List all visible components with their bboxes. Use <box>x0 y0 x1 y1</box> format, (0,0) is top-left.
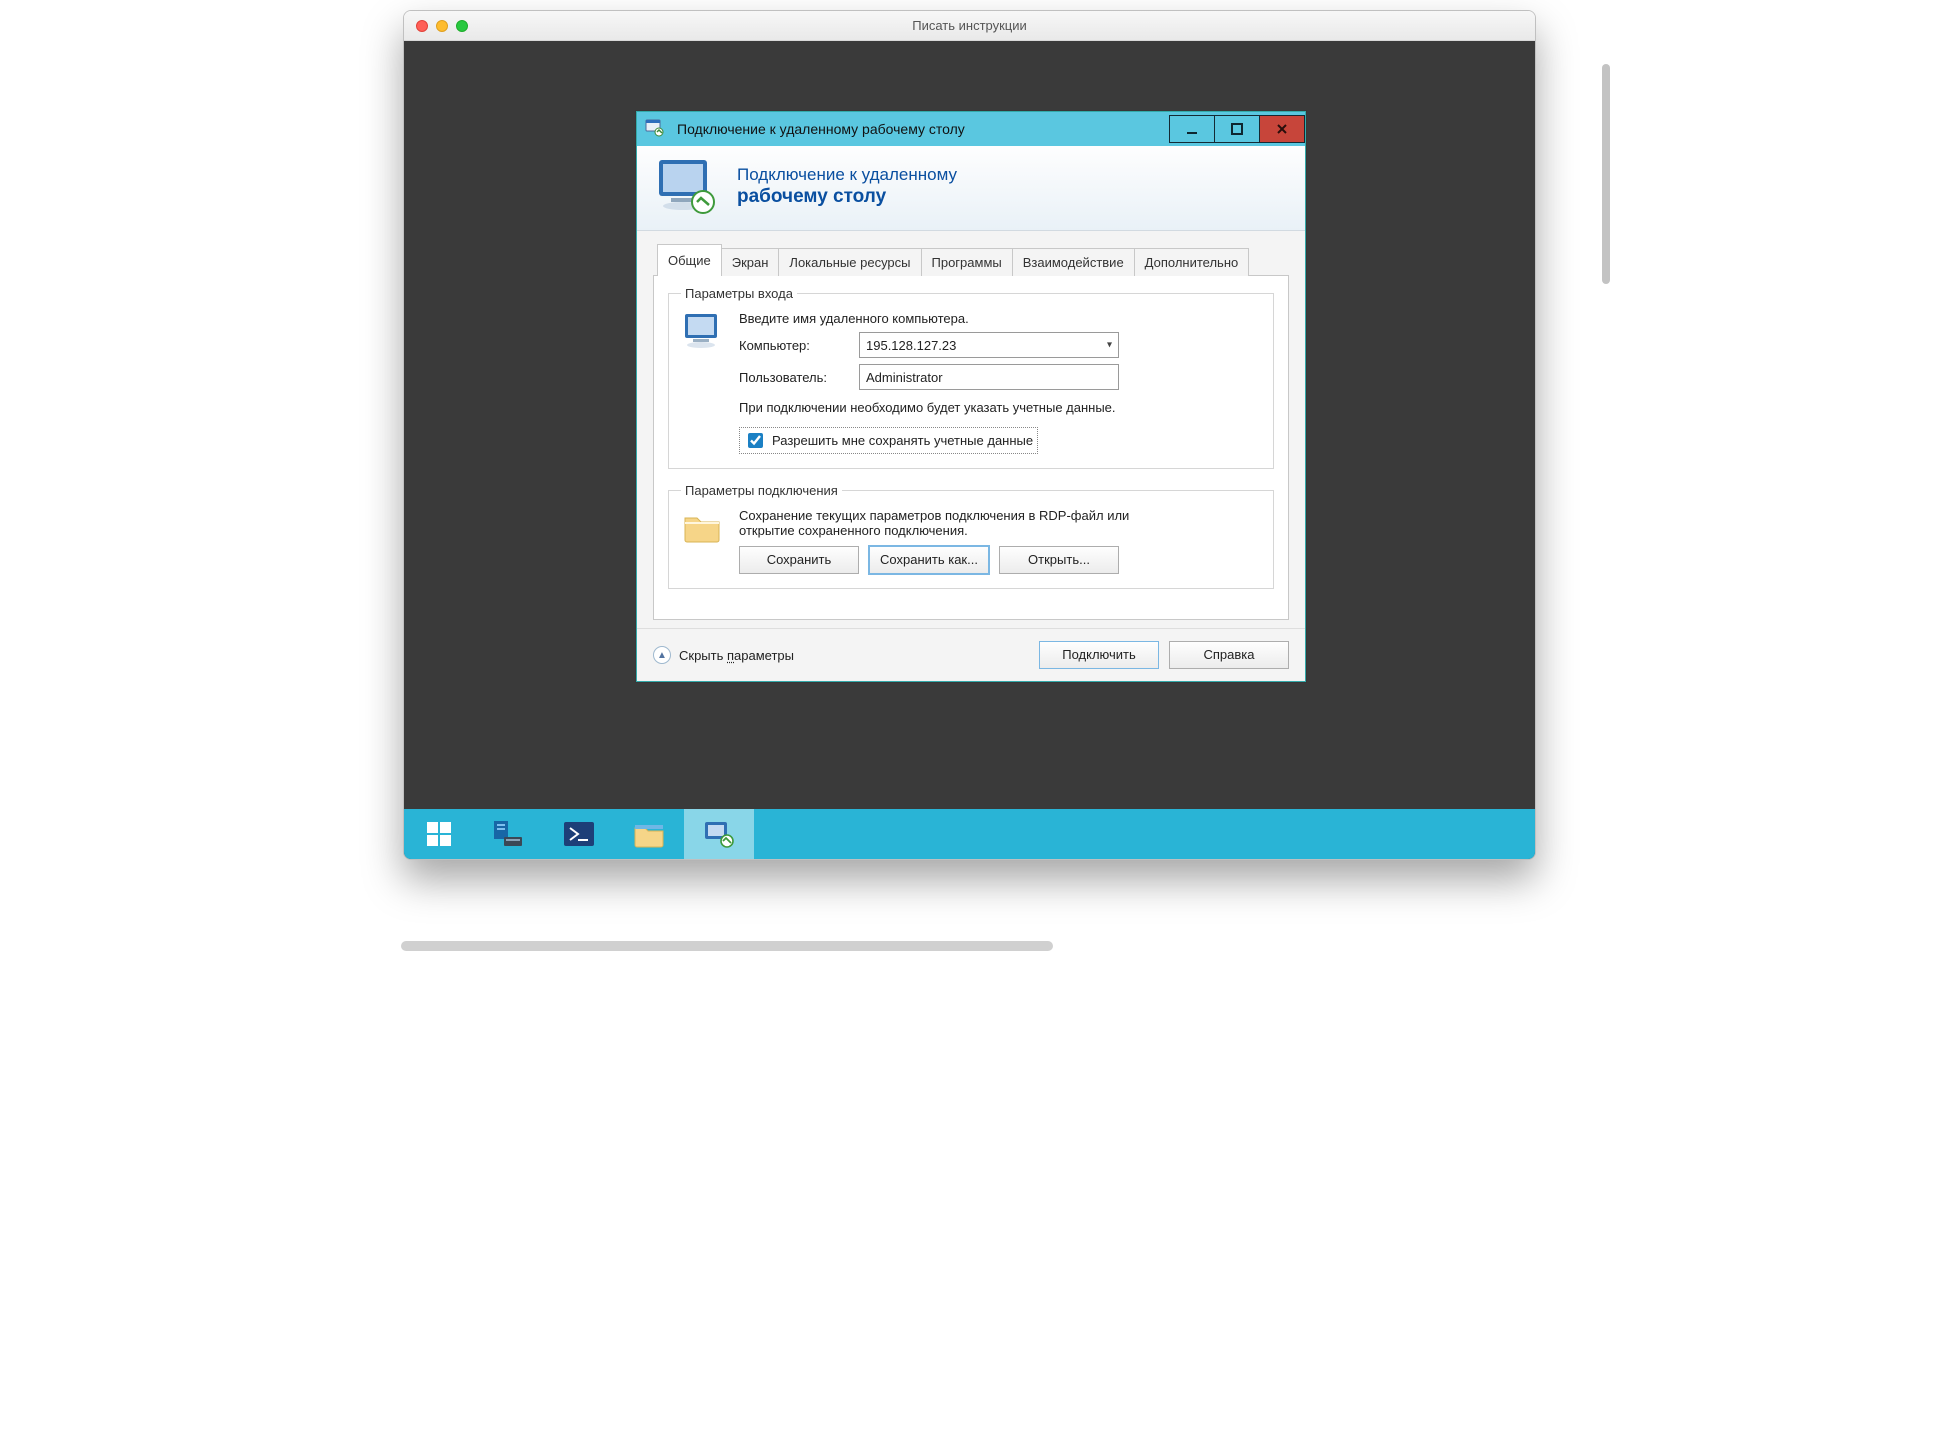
maximize-button[interactable] <box>1214 115 1260 143</box>
rdp-dialog: Подключение к удаленному рабочему столу <box>636 111 1306 682</box>
host-scrollbar-horizontal-thumb[interactable] <box>401 941 1053 951</box>
tab-local-resources[interactable]: Локальные ресурсы <box>778 248 921 276</box>
rdp-header-heading: Подключение к удаленному рабочему столу <box>737 164 957 208</box>
user-value: Administrator <box>866 370 943 385</box>
computer-label: Компьютер: <box>739 338 849 353</box>
mac-window-title: Писать инструкции <box>404 18 1535 33</box>
rdp-header-line1: Подключение к удаленному <box>737 165 957 184</box>
taskbar-file-explorer[interactable] <box>614 809 684 859</box>
start-button[interactable] <box>404 809 474 859</box>
user-label: Пользователь: <box>739 370 849 385</box>
connection-fieldset: Параметры подключения Сохранение тек <box>668 483 1274 589</box>
chevron-up-icon: ▲ <box>653 646 671 664</box>
rdp-titlebar[interactable]: Подключение к удаленному рабочему столу <box>637 112 1305 146</box>
user-input[interactable]: Administrator <box>859 364 1119 390</box>
hide-options-link[interactable]: ▲ Скрыть параметры <box>653 646 794 664</box>
taskbar-powershell[interactable] <box>544 809 614 859</box>
windows-taskbar[interactable] <box>404 809 1535 859</box>
taskbar-server-manager[interactable] <box>474 809 544 859</box>
tab-experience[interactable]: Взаимодействие <box>1012 248 1135 276</box>
open-button[interactable]: Открыть... <box>999 546 1119 574</box>
save-credentials-checkbox[interactable]: Разрешить мне сохранять учетные данные <box>739 427 1038 454</box>
connection-legend: Параметры подключения <box>681 483 842 498</box>
save-credentials-label: Разрешить мне сохранять учетные данные <box>772 433 1033 448</box>
host-scrollbar-horizontal[interactable] <box>401 941 1453 951</box>
caption-buttons <box>1170 115 1305 143</box>
login-legend: Параметры входа <box>681 286 797 301</box>
folder-icon <box>681 508 725 551</box>
rdp-header-icon <box>653 156 723 216</box>
host-scrollbar-vertical[interactable] <box>1602 64 1610 284</box>
tab-panel-general: Параметры входа <box>653 275 1289 620</box>
rdp-header-line2: рабочему столу <box>737 186 886 207</box>
dialog-body: Общие Экран Локальные ресурсы Программы … <box>637 231 1305 628</box>
rdp-window-title: Подключение к удаленному рабочему столу <box>677 121 965 137</box>
computer-value: 195.128.127.23 <box>866 338 956 353</box>
taskbar-rdp-app[interactable] <box>684 809 754 859</box>
hide-options-label: Скрыть параметры <box>679 648 794 663</box>
tab-general[interactable]: Общие <box>657 244 722 276</box>
tab-advanced[interactable]: Дополнительно <box>1134 248 1250 276</box>
tabs: Общие Экран Локальные ресурсы Программы … <box>653 243 1289 275</box>
chevron-down-icon: ▾ <box>1107 340 1112 351</box>
login-fieldset: Параметры входа <box>668 286 1274 469</box>
rdp-header: Подключение к удаленному рабочему столу <box>637 146 1305 231</box>
computer-combobox[interactable]: 195.128.127.23 ▾ <box>859 332 1119 358</box>
mac-titlebar: Писать инструкции <box>404 11 1535 41</box>
mac-host-window: Писать инструкции Подключение к удаленно… <box>403 10 1536 860</box>
help-button[interactable]: Справка <box>1169 641 1289 669</box>
connection-desc: Сохранение текущих параметров подключени… <box>739 508 1169 538</box>
tab-display[interactable]: Экран <box>721 248 780 276</box>
login-note: При подключении необходимо будет указать… <box>739 400 1261 415</box>
save-button[interactable]: Сохранить <box>739 546 859 574</box>
rdp-title-icon <box>645 119 665 140</box>
login-intro: Введите имя удаленного компьютера. <box>739 311 1261 326</box>
tab-programs[interactable]: Программы <box>921 248 1013 276</box>
dialog-footer: ▲ Скрыть параметры Подключить Справка <box>637 628 1305 681</box>
login-section-icon <box>681 311 725 354</box>
save-as-button[interactable]: Сохранить как... <box>869 546 989 574</box>
vm-viewport: Подключение к удаленному рабочему столу <box>404 41 1535 859</box>
minimize-button[interactable] <box>1169 115 1215 143</box>
connect-button[interactable]: Подключить <box>1039 641 1159 669</box>
save-credentials-input[interactable] <box>748 433 763 448</box>
close-button[interactable] <box>1259 115 1305 143</box>
